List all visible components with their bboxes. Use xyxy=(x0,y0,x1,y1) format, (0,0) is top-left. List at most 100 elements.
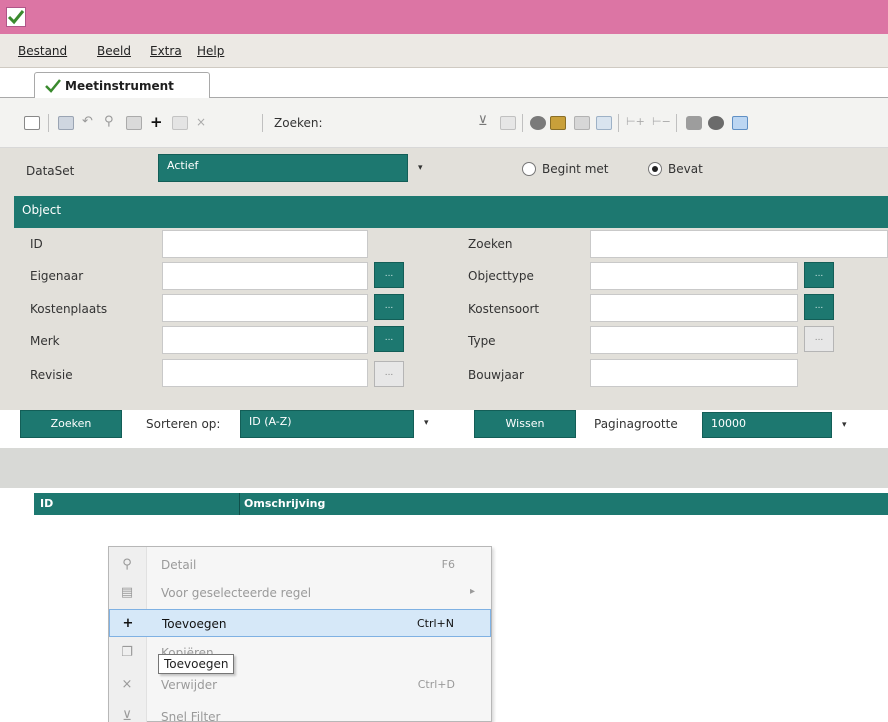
field-label-id: ID xyxy=(30,237,43,251)
objecttype-input[interactable] xyxy=(590,262,798,290)
chart-icon[interactable] xyxy=(550,116,566,130)
grid-column-id[interactable]: ID xyxy=(40,497,53,510)
sort-label: Sorteren op: xyxy=(146,417,221,431)
clear-filter-icon[interactable] xyxy=(500,116,516,130)
undo-icon[interactable]: ↶ xyxy=(82,115,98,130)
menu-help[interactable]: Help xyxy=(197,44,224,58)
field-label-bouwjaar: Bouwjaar xyxy=(468,368,524,382)
pagesize-label: Paginagrootte xyxy=(594,417,678,431)
toolbar: ↶ ⚲ + × Zoeken: ⊻ ⊢+ ⊢− xyxy=(0,98,888,148)
eigenaar-input[interactable] xyxy=(162,262,368,290)
field-label-revisie: Revisie xyxy=(30,368,73,382)
toolbar-separator xyxy=(48,114,49,132)
search-button[interactable]: Zoeken xyxy=(20,410,122,438)
menu-bestand[interactable]: Bestand xyxy=(18,44,67,58)
dataset-label: DataSet xyxy=(26,164,75,178)
eigenaar-lookup-button[interactable]: ... xyxy=(374,262,404,288)
toolbar-separator xyxy=(618,114,619,132)
delete-icon[interactable]: × xyxy=(196,116,212,130)
radio-begint-met-label: Begint met xyxy=(542,162,609,176)
menu-bar: Bestand Beeld Extra Help xyxy=(0,34,888,68)
bouwjaar-input[interactable] xyxy=(590,359,798,387)
magnifier-icon: ⚲ xyxy=(122,557,132,572)
new-document-icon[interactable] xyxy=(24,116,40,130)
id-input[interactable] xyxy=(162,230,368,258)
record-icon: ▤ xyxy=(120,585,134,600)
revisie-lookup-button[interactable]: ... xyxy=(374,361,404,387)
toolbar-separator xyxy=(262,114,263,132)
filter-icon[interactable]: ⊻ xyxy=(478,115,494,130)
save-icon[interactable] xyxy=(58,116,74,130)
database-icon[interactable] xyxy=(686,116,702,130)
context-menu-item-shortcut: Ctrl+N xyxy=(416,617,454,630)
kostenplaats-input[interactable] xyxy=(162,294,368,322)
radio-begint-met[interactable] xyxy=(522,162,536,176)
kostenplaats-lookup-button[interactable]: ... xyxy=(374,294,404,320)
tab-meetinstrument[interactable]: Meetinstrument xyxy=(34,72,210,99)
type-input[interactable] xyxy=(590,326,798,354)
grid-column-omschrijving[interactable]: Omschrijving xyxy=(244,497,325,510)
revisie-input[interactable] xyxy=(162,359,368,387)
context-menu-item-verwijder[interactable]: × Verwijder Ctrl+D xyxy=(109,671,491,699)
context-menu: ⚲ Detail F6 ▤ Voor geselecteerde regel ▸… xyxy=(108,546,492,722)
settings-icon[interactable] xyxy=(708,116,724,130)
copy-icon: ❐ xyxy=(121,645,133,660)
context-menu-item-voor-geselecteerde-regel[interactable]: ▤ Voor geselecteerde regel ▸ xyxy=(109,579,491,607)
toolbar-search-label: Zoeken: xyxy=(274,116,323,130)
grid-toolbar-band xyxy=(0,448,888,488)
grid-icon[interactable] xyxy=(574,116,590,130)
zoeken-input[interactable] xyxy=(590,230,888,258)
field-label-eigenaar: Eigenaar xyxy=(30,269,84,283)
section-header-object: Object xyxy=(14,196,888,228)
plus-icon[interactable]: + xyxy=(150,115,166,130)
context-menu-item-snel-filter[interactable]: ⊻ Snel Filter xyxy=(109,707,491,722)
context-menu-item-label: Toevoegen xyxy=(162,617,227,631)
field-label-kostensoort: Kostensoort xyxy=(468,302,540,316)
field-label-kostenplaats: Kostenplaats xyxy=(30,302,108,316)
report-icon[interactable] xyxy=(596,116,612,130)
context-menu-item-shortcut: Ctrl+D xyxy=(417,678,455,691)
clear-button[interactable]: Wissen xyxy=(474,410,576,438)
tooltip: Toevoegen xyxy=(158,654,235,674)
sort-select[interactable]: ID (A-Z) xyxy=(240,410,414,438)
menu-extra[interactable]: Extra xyxy=(150,44,182,58)
submenu-arrow-icon: ▸ xyxy=(469,586,475,597)
kostensoort-input[interactable] xyxy=(590,294,798,322)
context-menu-item-shortcut: F6 xyxy=(441,558,455,571)
radio-bevat[interactable] xyxy=(648,162,662,176)
field-label-objecttype: Objecttype xyxy=(468,269,534,283)
kostensoort-lookup-button[interactable]: ... xyxy=(804,294,834,320)
copy-icon[interactable] xyxy=(172,116,188,130)
app-logo-icon xyxy=(6,7,26,27)
chevron-down-icon[interactable]: ▾ xyxy=(842,420,847,430)
context-menu-item-label: Verwijder xyxy=(161,678,218,692)
context-menu-item-toevoegen[interactable]: + Toevoegen Ctrl+N xyxy=(109,609,491,637)
chevron-down-icon[interactable]: ▾ xyxy=(424,418,429,428)
filter-icon: ⊻ xyxy=(122,709,132,722)
expand-icon[interactable]: ⊢+ xyxy=(626,116,645,130)
context-menu-item-label: Detail xyxy=(161,558,197,572)
toolbar-separator xyxy=(522,114,523,132)
magnifier-icon[interactable]: ⚲ xyxy=(104,115,120,130)
globe-icon[interactable] xyxy=(530,116,546,130)
plus-icon: + xyxy=(122,616,134,631)
merk-lookup-button[interactable]: ... xyxy=(374,326,404,352)
collapse-icon[interactable]: ⊢− xyxy=(652,116,671,130)
objecttype-lookup-button[interactable]: ... xyxy=(804,262,834,288)
menu-beeld[interactable]: Beeld xyxy=(97,44,131,58)
grid-column-divider[interactable] xyxy=(239,493,240,515)
window-icon[interactable] xyxy=(732,116,748,130)
radio-bevat-label: Bevat xyxy=(668,162,703,176)
pagesize-select[interactable]: 10000 xyxy=(702,412,832,438)
merk-input[interactable] xyxy=(162,326,368,354)
context-menu-item-detail[interactable]: ⚲ Detail F6 xyxy=(109,551,491,579)
record-icon[interactable] xyxy=(126,116,142,130)
tab-label: Meetinstrument xyxy=(65,79,174,93)
type-lookup-button[interactable]: ... xyxy=(804,326,834,352)
field-label-type: Type xyxy=(468,334,496,348)
delete-icon: × xyxy=(121,677,133,692)
chevron-down-icon[interactable]: ▾ xyxy=(418,163,423,173)
dataset-select[interactable]: Actief xyxy=(158,154,408,182)
toolbar-separator xyxy=(676,114,677,132)
tab-strip: Meetinstrument xyxy=(0,68,888,99)
